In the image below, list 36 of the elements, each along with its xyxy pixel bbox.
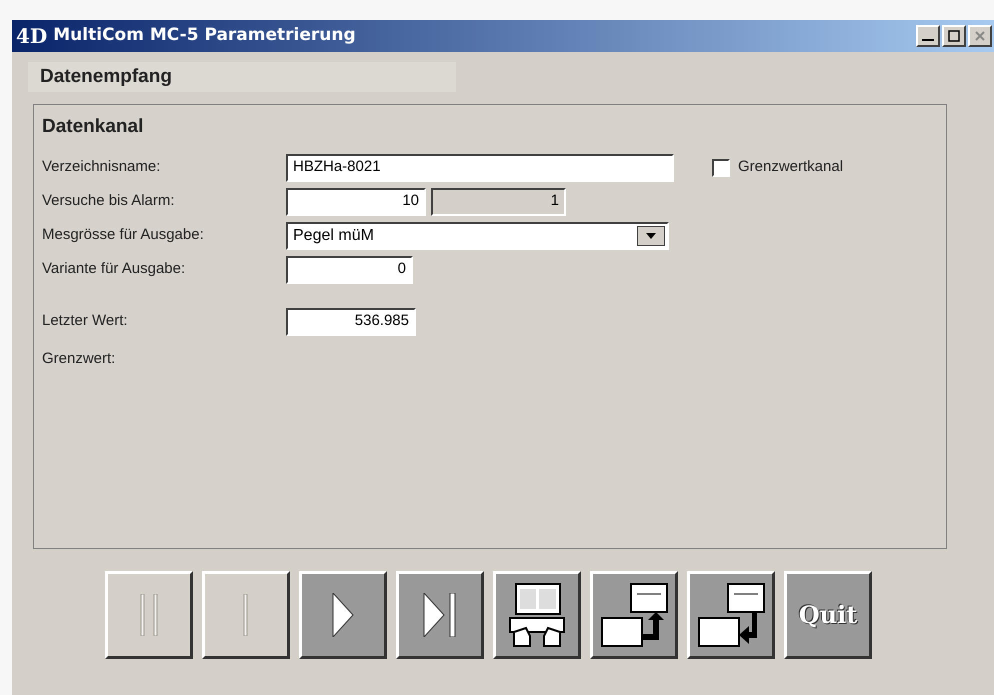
minimize-button[interactable] (916, 25, 940, 47)
skip-icon (422, 593, 458, 637)
toolbar-button[interactable] (396, 571, 484, 659)
input-field[interactable]: 0 (286, 256, 413, 284)
toolbar-button[interactable] (590, 571, 678, 659)
group-title: Datenkanal (42, 115, 144, 139)
field-label: Versuche bis Alarm: (42, 191, 176, 212)
keyboard-icon (508, 582, 566, 648)
field-label: Variante für Ausgabe: (42, 259, 186, 280)
field-label: Mesgrösse für Ausgabe: (42, 225, 205, 246)
field-label: Grenzwert: (42, 348, 116, 368)
toolbar-button[interactable] (299, 571, 387, 659)
window-title: MultiCom MC-5 Parametrierung (53, 24, 356, 48)
bar-icon (139, 594, 159, 636)
document-transfer-icon (599, 582, 669, 648)
maximize-button[interactable] (942, 25, 966, 47)
toolbar-button[interactable] (493, 571, 581, 659)
app-logo: 4D (16, 23, 48, 50)
toolbar-button[interactable] (687, 571, 775, 659)
close-icon (974, 30, 986, 42)
input-field[interactable]: 10 (286, 188, 426, 216)
field-label: Letzter Wert: (42, 311, 129, 332)
input-field[interactable]: HBZHa-8021 (286, 154, 674, 182)
section-header: Datenempfang (28, 62, 456, 92)
document-transfer-icon (696, 582, 766, 648)
input-field[interactable]: 1 (431, 188, 566, 216)
field-label: Verzeichnisname: (42, 157, 162, 178)
input-field[interactable]: 536.985 (286, 308, 416, 336)
maximize-icon (948, 30, 960, 42)
checkbox-label: Grenzwertkanal (738, 157, 844, 178)
close-button[interactable] (968, 25, 992, 47)
dropdown[interactable]: Pegel müM (286, 222, 669, 250)
play-icon (331, 593, 355, 637)
checkbox[interactable] (712, 158, 730, 176)
bar-icon (243, 594, 249, 636)
minimize-icon (922, 39, 934, 41)
